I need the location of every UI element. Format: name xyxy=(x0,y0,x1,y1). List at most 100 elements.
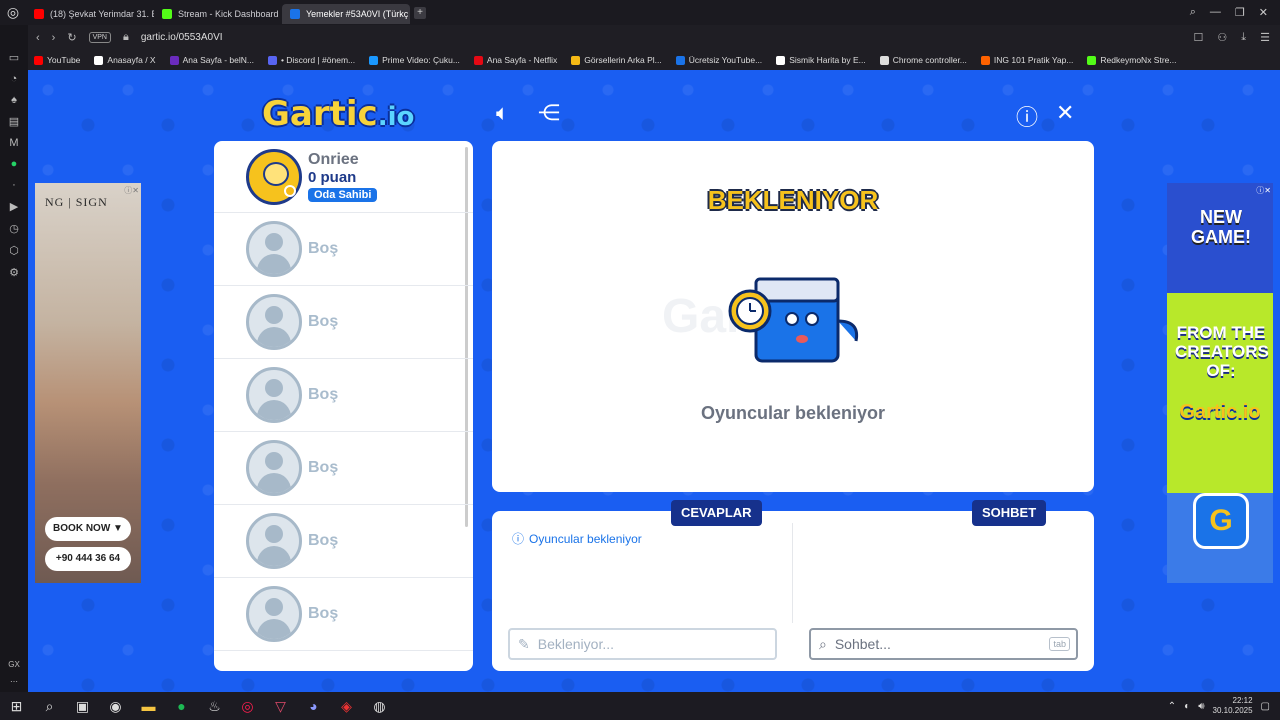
whatsapp-icon[interactable]: ● xyxy=(11,158,18,170)
answers-chat-panel: CEVAPLAR SOHBET ⓘ Oyuncular bekleniyor ✎… xyxy=(492,500,1094,671)
player-row-empty[interactable]: Boş xyxy=(214,432,473,505)
right-ad[interactable]: ⓘ✕ NEW GAME! FROM THE CREATORS OF: Garti… xyxy=(1167,183,1273,583)
bookmark-item[interactable]: Anasayfa / X xyxy=(94,55,156,65)
forward-icon[interactable]: › xyxy=(52,32,56,44)
reload-icon[interactable]: ↻ xyxy=(67,31,76,44)
bookmark-item[interactable]: Chrome controller... xyxy=(879,55,967,65)
bookmark-favicon-icon xyxy=(473,55,483,65)
player-row-empty[interactable]: Boş xyxy=(214,578,473,651)
player-name: Boş xyxy=(308,313,339,330)
volume-icon[interactable]: 🔊︎ xyxy=(1198,701,1204,712)
bookmark-item[interactable]: Görsellerin Arka Pl... xyxy=(571,55,662,65)
gx-label[interactable]: GX xyxy=(8,660,20,669)
bookmark-item[interactable]: • Discord | #önem... xyxy=(267,55,355,65)
bookmark-item[interactable]: Ücretsiz YouTube... xyxy=(675,55,762,65)
share-icon[interactable]: ⋲ xyxy=(538,100,560,126)
spotify-icon[interactable]: ● xyxy=(165,698,198,714)
player-row-empty[interactable]: Boş xyxy=(214,286,473,359)
app-icon[interactable]: ◉ xyxy=(99,698,132,715)
chat-input[interactable]: ⌕ Sohbet... tab xyxy=(809,628,1078,660)
more-icon[interactable]: ⋯ xyxy=(10,677,18,686)
tab-answers[interactable]: CEVAPLAR xyxy=(671,500,762,526)
bookmark-favicon-icon xyxy=(776,55,786,65)
opera-gx-icon[interactable]: ◎ xyxy=(0,0,26,25)
tab-chat[interactable]: SOHBET xyxy=(972,500,1047,526)
steam-icon[interactable]: ♨ xyxy=(198,698,231,715)
vpn-badge[interactable]: VPN xyxy=(88,32,111,43)
history-icon[interactable]: ◷ xyxy=(9,222,19,235)
search-icon[interactable]: ⌕ xyxy=(33,698,66,715)
player-name: Boş xyxy=(308,605,339,622)
tab-gartic[interactable]: Yemekler #53A0VI (Türkç xyxy=(282,3,410,24)
bookmark-item[interactable]: Ana Sayfa - Netflix xyxy=(473,55,557,65)
gaming-icon[interactable]: ▭ xyxy=(9,51,19,64)
bookmark-favicon-icon xyxy=(267,55,277,65)
url-field[interactable]: gartic.io/0553A0VI xyxy=(141,32,223,43)
clock[interactable]: 22:12 30.10.2025 xyxy=(1213,696,1253,716)
search-icon[interactable]: ⌕ xyxy=(1190,6,1196,19)
speedometer-icon[interactable]: ◔ xyxy=(11,73,18,85)
bookmark-favicon-icon xyxy=(369,55,379,65)
player-name: Boş xyxy=(308,459,339,476)
player-row-empty[interactable]: Boş xyxy=(214,359,473,432)
player-name: Boş xyxy=(308,240,339,257)
bookmark-item[interactable]: Prime Video: Çuku... xyxy=(369,55,460,65)
settings-icon[interactable]: ⚙ xyxy=(9,266,19,279)
minimize-icon[interactable]: — xyxy=(1210,6,1221,19)
player-points: 0 puan xyxy=(308,169,357,186)
phone-button[interactable]: +90 444 36 64 xyxy=(45,547,131,571)
player-row-empty[interactable]: Boş xyxy=(214,505,473,578)
hot-tabs-icon[interactable]: ♠ xyxy=(11,94,17,106)
app-icon[interactable]: ▽ xyxy=(264,698,297,715)
network-icon[interactable]: ◐ xyxy=(1184,701,1190,712)
news-icon[interactable]: ▤ xyxy=(9,115,19,128)
tab-youtube[interactable]: (18) Şevkat Yerimdar 31. B xyxy=(26,4,154,24)
maximize-icon[interactable]: ❐ xyxy=(1235,6,1245,19)
player-icon[interactable]: ▶ xyxy=(10,200,18,213)
opera-gx-icon[interactable]: ◎ xyxy=(231,698,264,715)
info-icon[interactable]: ⓘ xyxy=(1016,100,1038,132)
task-view-icon[interactable]: ▣ xyxy=(66,698,99,715)
ad-info-icon[interactable]: ⓘ✕ xyxy=(1256,185,1271,196)
ad-subtitle: FROM THE CREATORS OF: xyxy=(1175,323,1269,380)
app-icon[interactable]: ◈ xyxy=(330,698,363,715)
waiting-text: Oyuncular bekleniyor xyxy=(700,403,886,423)
tab-kick[interactable]: Stream - Kick Dashboard xyxy=(154,4,282,24)
windows-start-icon[interactable]: ⊞ xyxy=(0,698,33,715)
bookmark-label: Chrome controller... xyxy=(892,55,967,65)
bookmark-item[interactable]: ING 101 Pratik Yap... xyxy=(980,55,1073,65)
panel-divider xyxy=(792,523,793,623)
download-icon[interactable]: ⤓ xyxy=(1241,31,1246,44)
notifications-icon[interactable]: ▢ xyxy=(1261,701,1270,712)
empty-avatar-icon xyxy=(246,586,302,642)
clock-date: 30.10.2025 xyxy=(1212,706,1253,715)
left-ad[interactable]: ⓘ✕ NG | SIGN BOOK NOW ▼ +90 444 36 64 xyxy=(35,183,141,583)
waiting-mascot-icon xyxy=(728,277,859,363)
player-row-owner[interactable]: Onriee 0 puan Oda Sahibi xyxy=(214,141,473,213)
book-now-button[interactable]: BOOK NOW ▼ xyxy=(45,517,131,541)
empty-avatar-icon xyxy=(246,294,302,350)
app-icon[interactable]: ◍ xyxy=(363,698,396,715)
player-row-empty[interactable]: Boş xyxy=(214,213,473,286)
answer-input[interactable]: ✎ Bekleniyor... xyxy=(508,628,777,660)
search-icon: ⌕ xyxy=(819,635,827,652)
bookmark-item[interactable]: YouTube xyxy=(34,55,80,65)
m-icon[interactable]: M xyxy=(9,137,18,149)
ad-info-icon[interactable]: ⓘ✕ xyxy=(124,185,139,196)
wallet-icon[interactable]: ⚇ xyxy=(1217,31,1227,44)
tray-expand-icon[interactable]: ⌃ xyxy=(1168,701,1176,712)
discord-icon[interactable]: ◕ xyxy=(297,698,330,714)
bookmark-icon[interactable]: ☐ xyxy=(1194,31,1204,44)
back-icon[interactable]: ‹ xyxy=(36,32,40,44)
new-tab-button[interactable]: + xyxy=(414,6,426,19)
extensions-icon[interactable]: ⬡ xyxy=(9,244,19,257)
file-explorer-icon[interactable]: ▬ xyxy=(132,698,165,714)
lock-icon: 🔒︎ xyxy=(122,31,129,43)
menu-icon[interactable]: ☰ xyxy=(1260,31,1270,44)
bookmark-item[interactable]: RedkeymoNx Stre... xyxy=(1087,55,1176,65)
bookmark-item[interactable]: Ana Sayfa - belN... xyxy=(169,55,254,65)
bookmark-item[interactable]: Sismik Harita by E... xyxy=(776,55,866,65)
exit-icon[interactable]: ✕ xyxy=(1056,100,1074,126)
sound-icon[interactable]: 🔈︎ xyxy=(496,100,509,126)
close-icon[interactable]: ✕ xyxy=(1259,6,1268,19)
